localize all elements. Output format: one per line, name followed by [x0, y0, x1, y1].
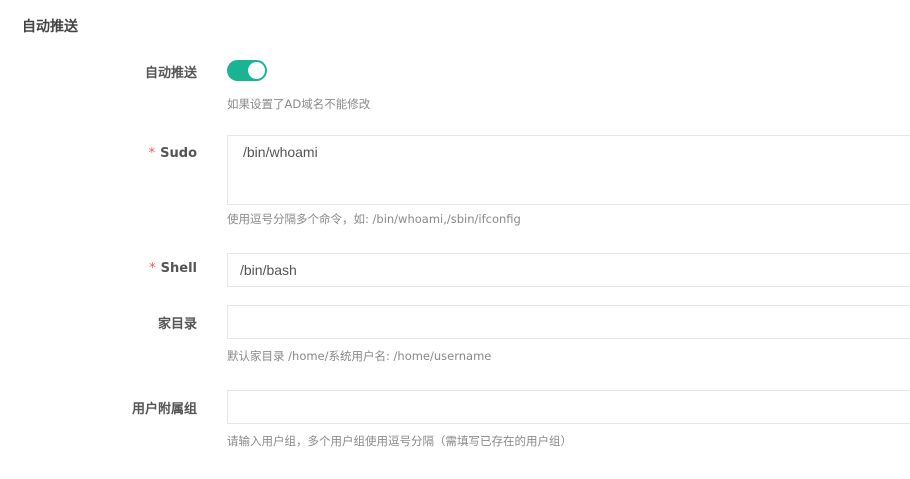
groups-help: 请输入用户组，多个用户组使用逗号分隔（需填写已存在的用户组） [227, 434, 572, 448]
sudo-label-text: Sudo [160, 146, 197, 161]
shell-label-text: Shell [160, 261, 197, 276]
shell-input[interactable] [227, 253, 910, 287]
groups-label: 用户附属组 [131, 402, 197, 417]
auto-push-toggle[interactable] [227, 60, 267, 81]
home-dir-help: 默认家目录 /home/系统用户名: /home/username [227, 349, 492, 363]
groups-input[interactable] [227, 390, 910, 424]
sudo-help: 使用逗号分隔多个命令，如: /bin/whoami,/sbin/ifconfig [227, 212, 521, 226]
home-dir-input[interactable] [227, 305, 910, 339]
shell-label: * Shell [149, 261, 197, 276]
section-title: 自动推送 [22, 19, 78, 35]
toggle-knob [248, 62, 265, 79]
auto-push-help: 如果设置了AD域名不能修改 [227, 97, 371, 111]
auto-push-label: 自动推送 [144, 66, 197, 81]
home-dir-label: 家目录 [157, 317, 197, 332]
sudo-textarea[interactable]: /bin/whoami [227, 135, 910, 205]
sudo-label: * Sudo [149, 146, 197, 161]
required-mark: * [149, 261, 156, 276]
required-mark: * [148, 146, 156, 161]
